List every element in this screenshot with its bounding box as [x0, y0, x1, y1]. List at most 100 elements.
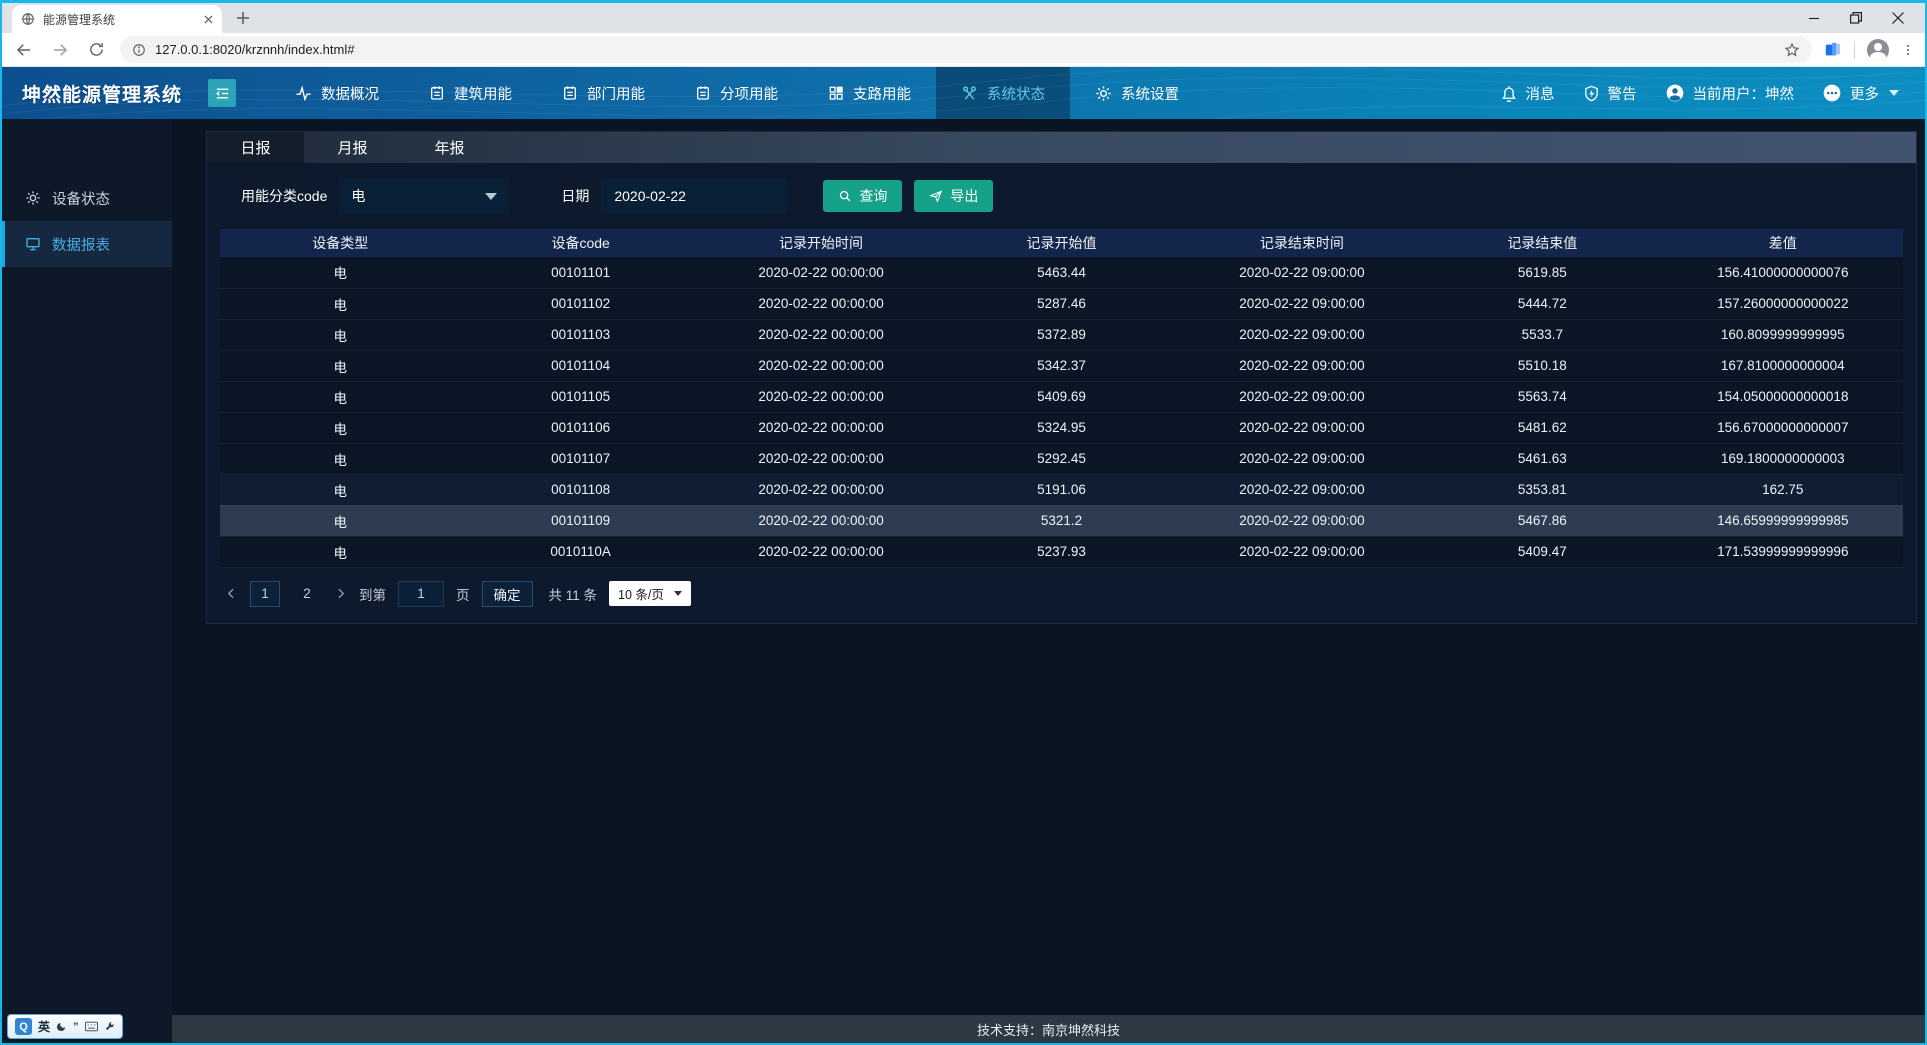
page-footer: 技术支持：南京坤然科技: [172, 1015, 1925, 1043]
table-row[interactable]: 电001011062020-02-22 00:00:005324.952020-…: [220, 412, 1903, 443]
table-row[interactable]: 电001011042020-02-22 00:00:005342.372020-…: [220, 350, 1903, 381]
table-row[interactable]: 电001011032020-02-22 00:00:005372.892020-…: [220, 319, 1903, 350]
table-cell: 154.05000000000018: [1663, 381, 1903, 412]
table-row[interactable]: 电001011012020-02-22 00:00:005463.442020-…: [220, 257, 1903, 288]
table-cell: 5409.47: [1422, 536, 1662, 567]
query-button[interactable]: 查询: [823, 180, 902, 212]
current-user-button[interactable]: 当前用户：坤然: [1665, 83, 1795, 104]
table-cell: 00101108: [460, 474, 700, 505]
reload-icon[interactable]: [84, 38, 108, 62]
tab-daily[interactable]: 日报: [207, 132, 304, 163]
sidebar-toggle-button[interactable]: [208, 79, 236, 107]
ime-language-label[interactable]: 英: [38, 1018, 50, 1035]
site-info-icon[interactable]: [132, 43, 146, 57]
table-cell: 2020-02-22 09:00:00: [1182, 474, 1422, 505]
report-tabs: 日报 月报 年报: [207, 132, 1916, 163]
query-label: 查询: [859, 186, 887, 206]
nav-item-data-overview[interactable]: 数据概况: [270, 67, 404, 119]
category-select[interactable]: 电: [339, 179, 509, 213]
table-cell: 2020-02-22 00:00:00: [701, 536, 941, 567]
page-size-value: 10 条/页: [618, 584, 664, 603]
sidebar-item-device-status[interactable]: 设备状态: [2, 175, 172, 221]
close-button[interactable]: [1877, 3, 1919, 33]
column-header: 记录结束时间: [1182, 229, 1422, 257]
page-number-2[interactable]: 2: [292, 581, 322, 607]
shield-lightning-icon: [1583, 85, 1600, 102]
user-avatar-icon: [1665, 83, 1685, 103]
table-cell: 162.75: [1663, 474, 1903, 505]
address-bar[interactable]: 127.0.0.1:8020/krznnh/index.html#: [120, 36, 1812, 63]
page-number-1[interactable]: 1: [250, 581, 280, 607]
wrench-icon[interactable]: [104, 1021, 115, 1032]
bookmark-star-icon[interactable]: [1784, 42, 1800, 58]
messages-button[interactable]: 消息: [1500, 83, 1555, 104]
new-tab-button[interactable]: [230, 5, 256, 31]
current-user-label: 当前用户：坤然: [1693, 83, 1795, 104]
table-cell: 2020-02-22 09:00:00: [1182, 412, 1422, 443]
moon-icon[interactable]: [56, 1021, 67, 1032]
table-row[interactable]: 电001011052020-02-22 00:00:005409.692020-…: [220, 381, 1903, 412]
total-count-label: 共 11 条: [549, 584, 598, 604]
browser-window: 能源管理系统: [0, 0, 1927, 1045]
table-cell: 0010110A: [460, 536, 700, 567]
table-cell: 00101104: [460, 350, 700, 381]
next-page-icon[interactable]: [334, 587, 347, 600]
table-cell: 5463.44: [941, 257, 1181, 288]
tools-icon: [961, 85, 978, 102]
nav-item-label: 数据概况: [321, 83, 379, 104]
more-label: 更多: [1850, 83, 1879, 104]
nav-item-branch-energy[interactable]: 支路用能: [803, 67, 936, 119]
table-cell: 5191.06: [941, 474, 1181, 505]
profile-avatar-icon[interactable]: [1867, 39, 1889, 61]
nav-item-department-energy[interactable]: 部门用能: [537, 67, 670, 119]
ime-toolbar: Q 英 ”: [7, 1014, 123, 1039]
toolbar-divider: [1854, 41, 1855, 59]
table-row[interactable]: 电001011082020-02-22 00:00:005191.062020-…: [220, 474, 1903, 505]
main-content: 日报 月报 年报 用能分类code 电 日期 2020-02-22: [172, 119, 1925, 1015]
report-table-body: 电001011012020-02-22 00:00:005463.442020-…: [220, 257, 1903, 567]
tab-yearly[interactable]: 年报: [401, 132, 498, 163]
prev-page-icon[interactable]: [225, 587, 238, 600]
nav-item-building-energy[interactable]: 建筑用能: [404, 67, 537, 119]
date-input[interactable]: 2020-02-22: [601, 179, 787, 213]
more-button[interactable]: 更多: [1822, 83, 1899, 104]
table-cell: 5563.74: [1422, 381, 1662, 412]
browser-tab[interactable]: 能源管理系统: [12, 5, 222, 33]
table-cell: 00101106: [460, 412, 700, 443]
keyboard-icon[interactable]: [85, 1021, 98, 1032]
export-button[interactable]: 导出: [914, 180, 993, 212]
ime-logo-icon[interactable]: Q: [15, 1018, 32, 1035]
page-size-select[interactable]: 10 条/页: [609, 581, 691, 606]
table-cell: 5467.86: [1422, 505, 1662, 536]
table-cell: 156.67000000000007: [1663, 412, 1903, 443]
tab-close-icon[interactable]: [204, 15, 213, 24]
nav-item-system-settings[interactable]: 系统设置: [1070, 67, 1204, 119]
goto-page-input[interactable]: 1: [398, 581, 444, 607]
sidebar-item-data-report[interactable]: 数据报表: [2, 221, 172, 267]
report-panel: 日报 月报 年报 用能分类code 电 日期 2020-02-22: [206, 131, 1917, 624]
table-row[interactable]: 电001011092020-02-22 00:00:005321.22020-0…: [220, 505, 1903, 536]
column-header: 记录开始时间: [701, 229, 941, 257]
restore-button[interactable]: [1835, 3, 1877, 33]
confirm-button[interactable]: 确定: [482, 581, 533, 607]
table-cell: 5372.89: [941, 319, 1181, 350]
url-text[interactable]: 127.0.0.1:8020/krznnh/index.html#: [155, 42, 1775, 57]
nav-item-system-status[interactable]: 系统状态: [936, 67, 1070, 119]
table-row[interactable]: 电001011072020-02-22 00:00:005292.452020-…: [220, 443, 1903, 474]
table-row[interactable]: 电0010110A2020-02-22 00:00:005237.932020-…: [220, 536, 1903, 567]
punctuation-icon[interactable]: ”: [73, 1021, 79, 1033]
forward-icon[interactable]: [48, 38, 72, 62]
goto-suffix-label: 页: [456, 584, 470, 604]
table-cell: 电: [220, 350, 460, 381]
sidebar-item-label: 数据报表: [52, 234, 110, 255]
ellipsis-circle-icon: [1822, 83, 1842, 103]
nav-item-subitem-energy[interactable]: 分项用能: [670, 67, 803, 119]
minimize-button[interactable]: [1793, 3, 1835, 33]
browser-menu-icon[interactable]: [1901, 43, 1915, 57]
alerts-button[interactable]: 警告: [1583, 83, 1637, 104]
table-row[interactable]: 电001011022020-02-22 00:00:005287.462020-…: [220, 288, 1903, 319]
tab-monthly[interactable]: 月报: [304, 132, 401, 163]
back-icon[interactable]: [12, 38, 36, 62]
table-cell: 5533.7: [1422, 319, 1662, 350]
extension-icon[interactable]: [1824, 41, 1842, 59]
